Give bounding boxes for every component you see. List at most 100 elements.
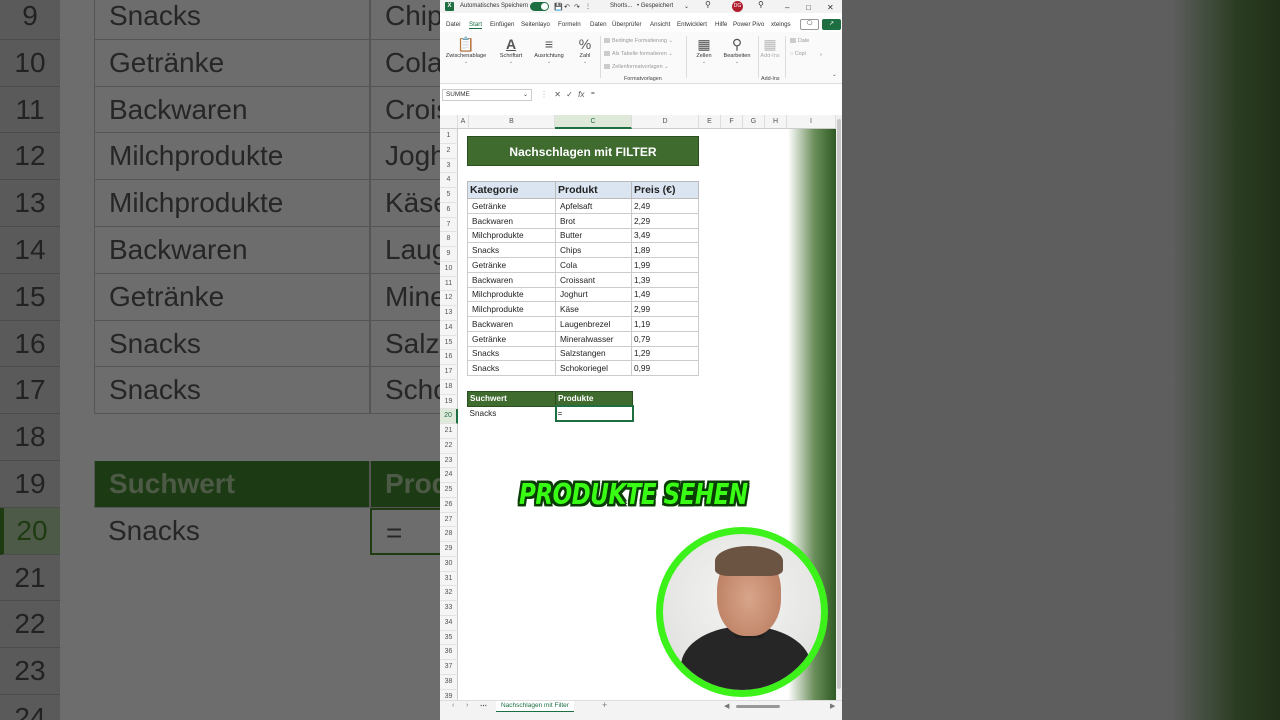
conditional-format-button[interactable]: Bedingte Formatierung ⌄ [604,38,673,44]
product-cell[interactable]: Salzstangen [555,345,632,362]
autosave-toggle[interactable] [530,2,549,11]
formula-input[interactable]: = [588,89,840,101]
price-cell[interactable]: 0,79 [631,330,699,347]
price-cell[interactable]: 2,29 [631,212,699,229]
font-group[interactable]: A Schriftart ⌄ [496,35,526,65]
chevron-down-icon[interactable]: ⌄ [523,90,528,100]
redo-icon[interactable]: ↷ [574,3,580,11]
product-cell[interactable]: Butter [555,227,632,244]
row-header[interactable]: 34 [440,615,458,631]
table-header-category[interactable]: Kategorie [467,181,556,199]
row-header[interactable]: 1 [440,129,458,144]
vertical-scroll-thumb[interactable] [837,119,841,689]
select-all-corner[interactable] [440,115,458,129]
share-button[interactable]: ↗ [822,19,841,30]
row-header[interactable]: 35 [440,630,458,646]
category-cell[interactable]: Backwaren [467,271,556,288]
category-cell[interactable]: Milchprodukte [467,286,556,303]
row-header[interactable]: 8 [440,232,458,247]
product-cell[interactable]: Apfelsaft [555,198,632,214]
row-header[interactable]: 7 [440,217,458,233]
row-header[interactable]: 17 [440,365,458,380]
row-header[interactable]: 10 [440,261,458,277]
save-icon[interactable]: 💾 [554,3,563,11]
category-cell[interactable]: Getränke [467,198,556,214]
menu-tab[interactable]: Start [469,21,483,29]
table-header-product[interactable]: Produkt [555,181,632,199]
category-cell[interactable]: Milchprodukte [467,301,556,317]
active-cell-formula[interactable]: = [554,405,634,422]
product-cell[interactable]: Schokoriegel [555,360,632,376]
price-cell[interactable]: 1,39 [631,271,699,288]
row-header[interactable]: 2 [440,143,458,159]
product-cell[interactable]: Joghurt [555,286,632,303]
column-header[interactable]: F [721,115,743,129]
row-header[interactable]: 22 [440,438,458,454]
row-header[interactable]: 21 [440,424,458,439]
category-cell[interactable]: Snacks [467,360,556,376]
column-header[interactable]: B [469,115,555,129]
scroll-right-icon[interactable]: ▶ [830,702,835,710]
undo-icon[interactable]: ↶ [564,3,570,11]
category-cell[interactable]: Backwaren [467,212,556,229]
editing-group[interactable]: ⚲ Bearbeiten ⌄ [720,35,754,65]
product-cell[interactable]: Käse [555,301,632,317]
row-header[interactable]: 18 [440,379,458,395]
product-cell[interactable]: Mineralwasser [555,330,632,347]
row-header[interactable]: 6 [440,202,458,218]
comments-button[interactable]: 🗨 [800,19,819,30]
row-header[interactable]: 25 [440,483,458,498]
row-header[interactable]: 36 [440,645,458,660]
row-header[interactable]: 28 [440,527,458,542]
row-header[interactable]: 20 [440,409,458,424]
menu-tab[interactable]: Formeln [558,21,581,28]
lightbulb-icon[interactable]: ⚲ [758,0,764,9]
lookup-header-products[interactable]: Produkte [555,391,633,407]
data-button[interactable]: Date [790,38,809,44]
category-cell[interactable]: Snacks [467,345,556,362]
row-header[interactable]: 5 [440,188,458,203]
vertical-scrollbar[interactable] [836,115,842,700]
product-cell[interactable]: Cola [555,257,632,273]
column-header[interactable]: E [699,115,721,129]
next-sheet-icon[interactable]: › [466,702,468,709]
cancel-icon[interactable]: ✕ [554,90,561,99]
price-cell[interactable]: 1,99 [631,257,699,273]
row-header[interactable]: 24 [440,468,458,483]
price-cell[interactable]: 1,89 [631,242,699,258]
customize-icon[interactable]: ⋮ [585,3,591,10]
name-box[interactable]: SUMME ⌄ [442,89,532,101]
number-group[interactable]: % Zahl ⌄ [574,35,596,65]
insert-function-icon[interactable]: fx [578,90,584,99]
row-header[interactable]: 4 [440,173,458,188]
row-header[interactable]: 13 [440,306,458,321]
row-header[interactable]: 33 [440,601,458,616]
table-header-price[interactable]: Preis (€) [631,181,699,199]
row-header[interactable]: 38 [440,674,458,690]
row-header[interactable]: 27 [440,512,458,528]
price-cell[interactable]: 1,29 [631,345,699,362]
worksheet-grid[interactable]: Nachschlagen mit FILTER Kategorie Produk… [440,115,836,700]
product-cell[interactable]: Croissant [555,271,632,288]
addins-button[interactable]: ▦ Add-Ins [760,35,780,59]
ribbon-scroll-right-icon[interactable]: › [820,52,822,58]
row-header[interactable]: 16 [440,350,458,365]
row-header[interactable]: 31 [440,571,458,587]
prev-sheet-icon[interactable]: ‹ [452,702,454,709]
format-as-table-button[interactable]: Als Tabelle formatieren ⌄ [604,51,673,57]
category-cell[interactable]: Getränke [467,257,556,273]
horizontal-scroll-thumb[interactable] [736,705,780,708]
scroll-left-icon[interactable]: ◀ [724,702,729,710]
cell-styles-button[interactable]: Zellenformatvorlagen ⌄ [604,64,669,70]
document-name[interactable]: Shorts... [610,3,632,9]
lookup-value-cell[interactable]: Snacks [468,406,556,421]
copilot-button[interactable]: ○ Copi [790,51,806,57]
category-cell[interactable]: Snacks [467,242,556,258]
column-header[interactable]: D [632,115,699,129]
column-header[interactable]: I [787,115,836,129]
row-header[interactable]: 19 [440,394,458,410]
close-icon[interactable]: ✕ [827,3,834,12]
minimize-icon[interactable]: – [785,3,789,12]
product-cell[interactable]: Chips [555,242,632,258]
maximize-icon[interactable]: □ [806,3,811,12]
